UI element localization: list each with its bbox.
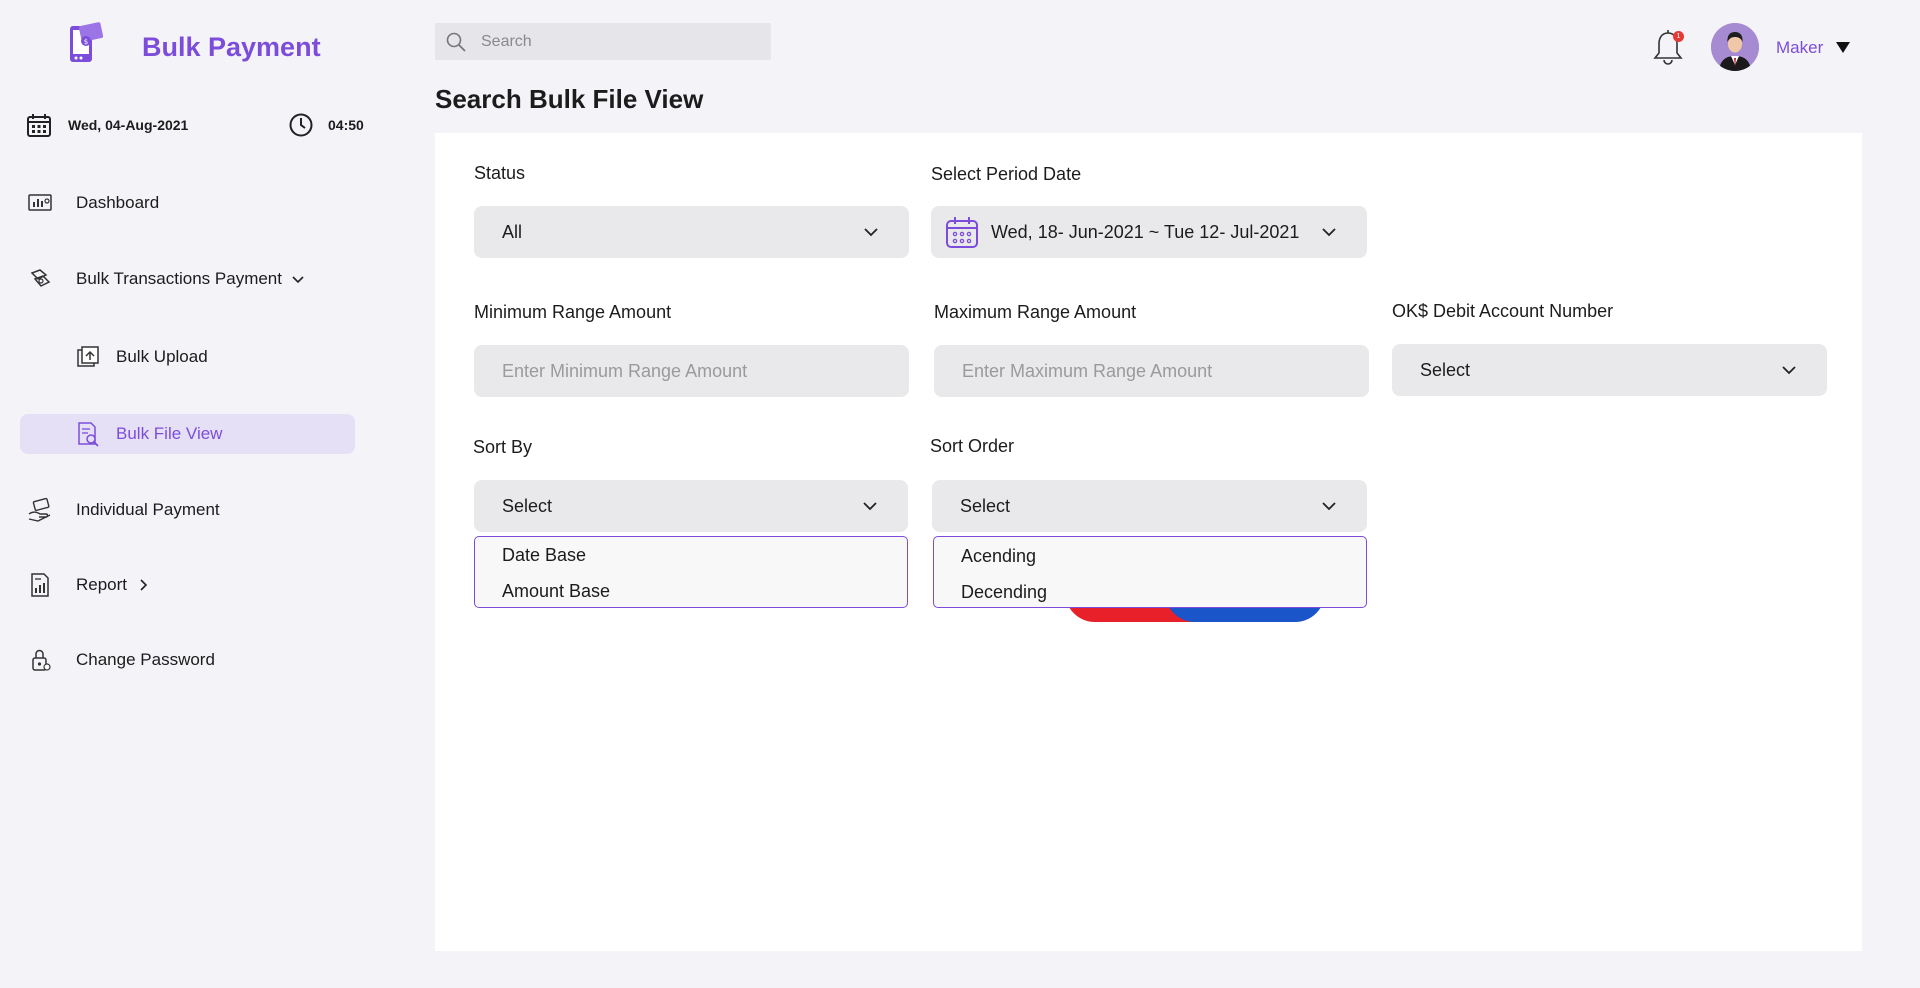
max-amount-placeholder: Enter Maximum Range Amount [962,360,1213,381]
global-search[interactable] [435,23,771,60]
sidebar-item-label: Dashboard [76,193,160,212]
svg-text:$: $ [84,38,88,46]
sidebar-item-label: Bulk File View [116,424,223,443]
sidebar-item-dashboard[interactable]: Dashboard [26,189,159,217]
user-menu-caret-icon[interactable] [1836,42,1850,53]
upload-icon [77,346,99,367]
max-amount-field[interactable]: Enter Maximum Range Amount [934,345,1369,397]
sort-order-dropdown: Acending Decending [933,536,1367,608]
sort-by-select[interactable]: Select [474,480,908,532]
sort-order-value: Select [960,495,1011,516]
min-amount-field[interactable]: Enter Minimum Range Amount [474,345,909,397]
sidebar-item-bulk-transactions[interactable]: Bulk Transactions Payment [26,265,306,293]
sort-order-option-ascending[interactable]: Acending [961,546,1036,567]
user-name[interactable]: Maker [1776,38,1823,58]
lock-icon [32,649,51,671]
period-date-value: Wed, 18- Jun-2021 ~ Tue 12- Jul-2021 [991,221,1300,242]
chevron-down-icon [863,502,877,511]
sort-by-option-amount-base[interactable]: Amount Base [502,581,610,602]
status-select[interactable]: All [474,206,909,258]
period-date-label: Select Period Date [931,164,1082,184]
notification-badge: 1 [1673,31,1684,42]
chevron-down-icon [292,276,304,284]
sort-by-option-date-base[interactable]: Date Base [502,545,586,566]
chevron-down-icon [864,228,878,237]
calendar-icon [946,217,978,248]
sidebar-item-bulk-upload[interactable]: Bulk Upload [74,343,208,371]
max-amount-label: Maximum Range Amount [934,302,1137,322]
sort-by-dropdown: Date Base Amount Base [474,536,908,608]
status-label: Status [474,163,526,183]
sort-order-option-descending[interactable]: Decending [961,582,1047,603]
chevron-down-icon [1782,366,1796,375]
sort-by-label: Sort By [473,437,533,457]
sidebar-item-label: Individual Payment [76,500,220,519]
wallet-phone-icon: $ [70,22,104,62]
sidebar-item-label: Report [76,575,128,594]
debit-account-label: OK$ Debit Account Number [1392,301,1614,321]
chevron-down-icon [1322,502,1336,511]
sidebar-item-individual-payment[interactable]: Individual Payment [26,496,220,524]
chevron-down-icon [1322,228,1336,237]
sidebar-item-label: Change Password [76,650,215,669]
avatar[interactable] [1711,23,1759,71]
date-time-display: Wed, 04-Aug-2021 04:50 [26,112,366,140]
user-avatar-icon [1711,23,1759,71]
payment-hand-icon [28,497,51,522]
current-date: Wed, 04-Aug-2021 [68,117,189,133]
sort-by-value: Select [502,495,553,516]
debit-account-value: Select [1420,359,1471,380]
period-date-picker[interactable]: Wed, 18- Jun-2021 ~ Tue 12- Jul-2021 [931,206,1367,258]
sidebar: $ Bulk Payment Wed, 04-Aug-2021 04:50 Da… [0,0,380,988]
app-logo[interactable]: $ Bulk Payment [64,22,321,66]
sidebar-item-bulk-file-view[interactable]: Bulk File View [74,420,222,448]
status-value: All [502,221,523,242]
transactions-icon [30,269,51,287]
calendar-icon [27,114,51,137]
debit-account-select[interactable]: Select [1392,344,1827,396]
sidebar-item-label: Bulk Transactions Payment [76,269,282,288]
search-input[interactable] [481,32,761,51]
clock-icon [289,113,313,137]
sort-order-select[interactable]: Select [932,480,1367,532]
min-amount-placeholder: Enter Minimum Range Amount [502,360,748,381]
sidebar-item-report[interactable]: Report [26,571,151,599]
sidebar-item-change-password[interactable]: Change Password [26,646,215,674]
search-icon [446,32,466,52]
report-icon [31,573,49,597]
app-title: Bulk Payment [142,32,321,62]
current-time: 04:50 [328,117,364,133]
page-title: Search Bulk File View [435,84,704,114]
chevron-right-icon [140,579,148,591]
file-search-icon [78,422,99,447]
sidebar-item-label: Bulk Upload [116,347,208,366]
dashboard-icon [28,194,52,211]
sort-order-label: Sort Order [930,436,1015,456]
min-amount-label: Minimum Range Amount [474,302,672,322]
